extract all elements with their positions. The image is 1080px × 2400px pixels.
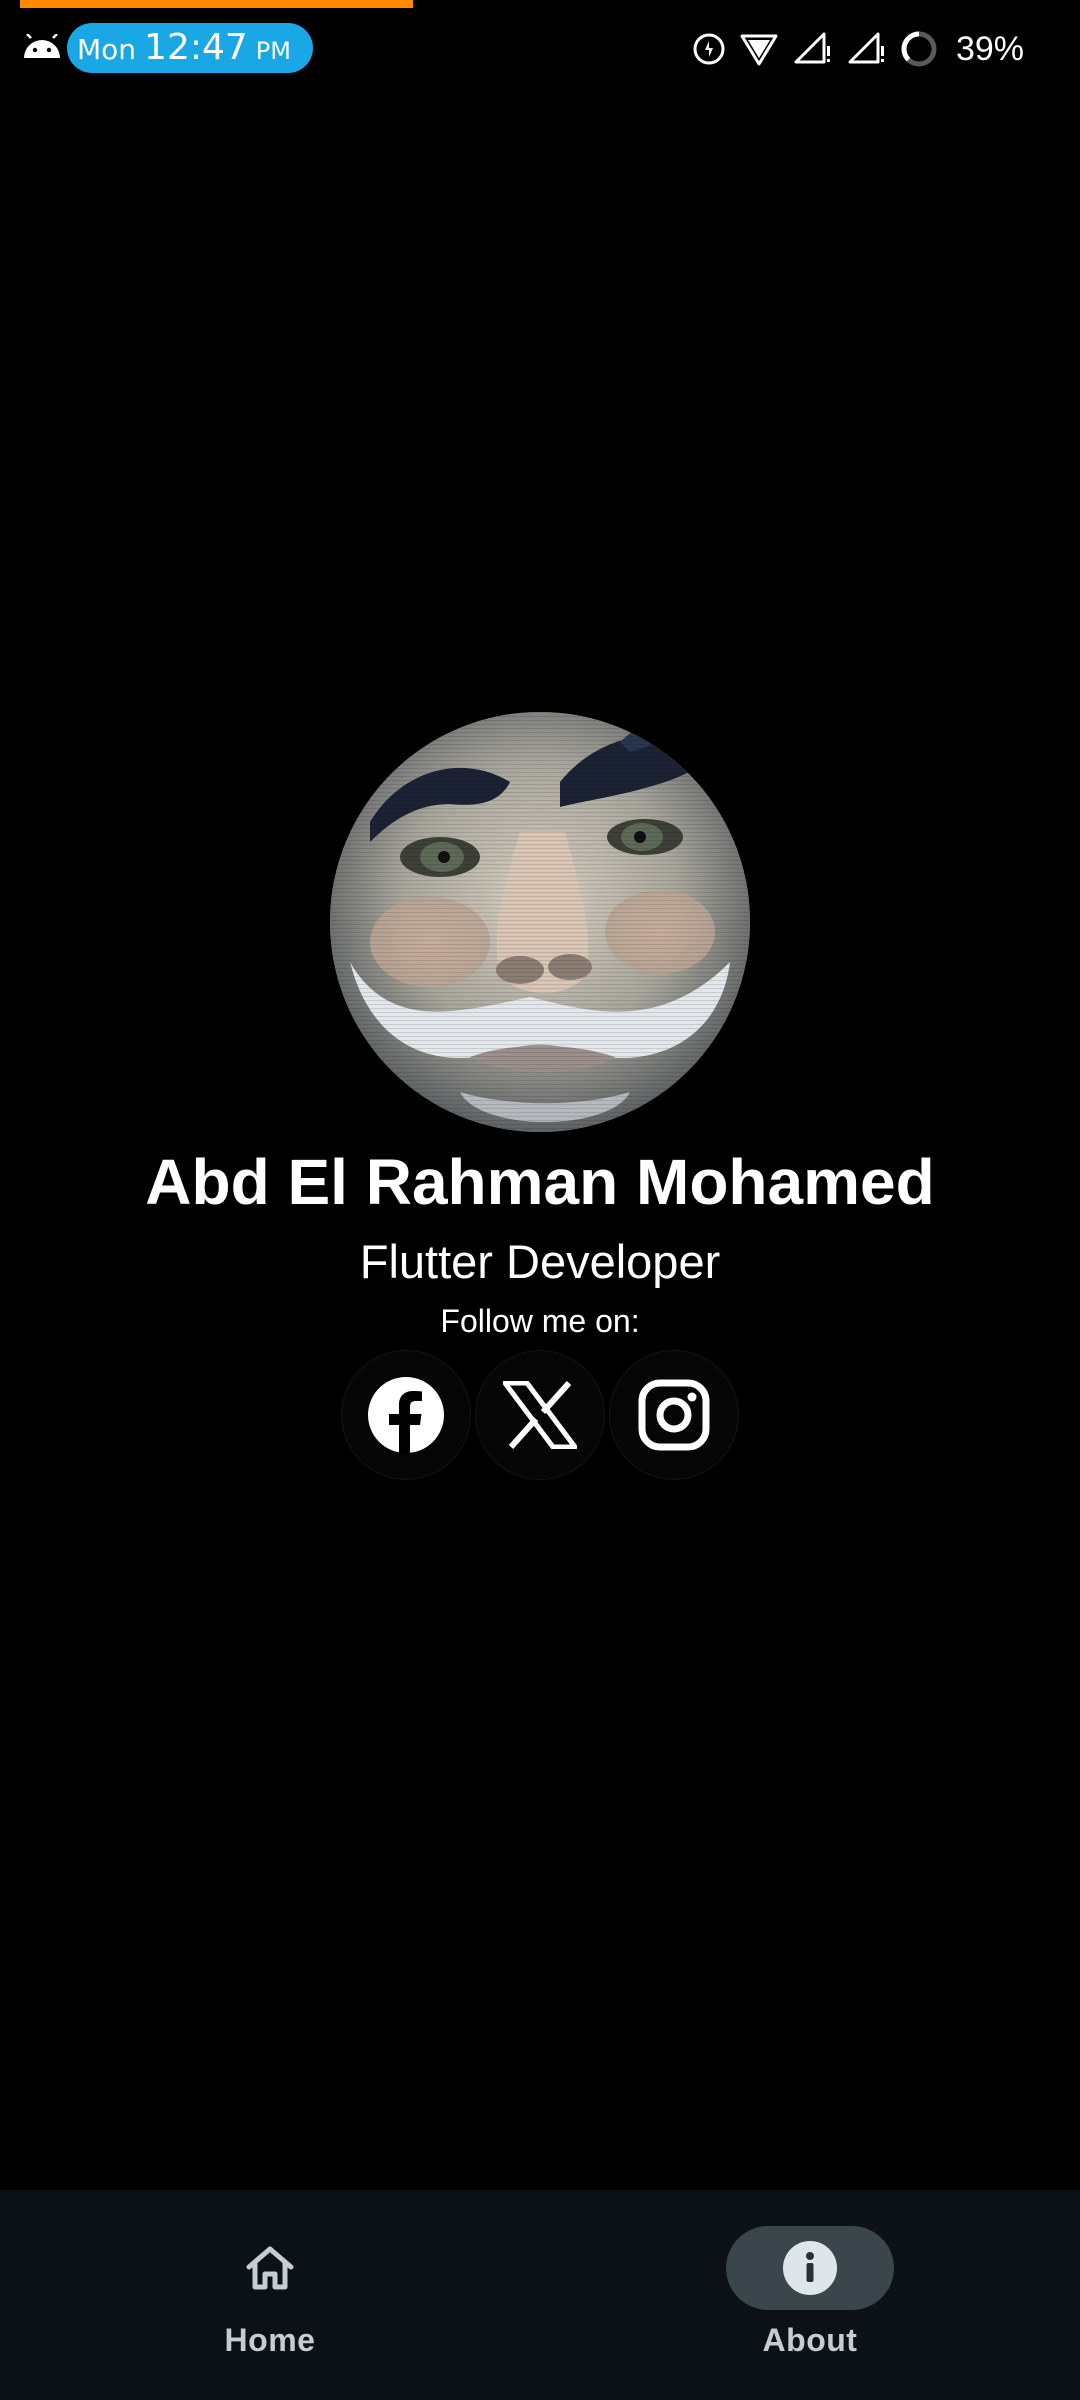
data-saver-icon [693,33,725,65]
profile-role: Flutter Developer [359,1235,721,1288]
bottom-navigation: Home About [0,2190,1080,2400]
clock-pill: Mon 12:47 PM [67,23,313,73]
clock-time: 12:47 [144,27,248,68]
avatar-photo [330,712,750,1132]
android-icon [24,34,60,58]
wifi-icon [740,34,778,66]
social-links [341,1350,739,1480]
clock-ampm: PM [255,37,291,65]
instagram-icon [638,1379,710,1451]
status-bar: Mon 12:47 PM 39% [0,0,1080,96]
battery-ring-icon [901,31,937,67]
nav-item-home[interactable]: Home [150,2226,390,2359]
nav-about-label: About [762,2322,858,2358]
nav-home-pill [186,2226,354,2310]
facebook-button[interactable] [341,1350,471,1480]
home-icon [246,2246,294,2290]
profile-name: Abd El Rahman Mohamed [145,1146,935,1218]
info-icon [783,2241,837,2295]
facebook-icon [368,1377,444,1455]
x-icon [503,1381,577,1449]
instagram-button[interactable] [609,1350,739,1480]
x-button[interactable] [475,1350,605,1480]
battery-percentage: 39% [955,29,1024,68]
clock-day: Mon [77,33,137,66]
profile-section: Abd El Rahman Mohamed Flutter Developer … [0,712,1080,1480]
signal-1-icon [794,32,830,64]
signal-2-icon [848,32,884,64]
nav-item-about[interactable]: About [690,2226,930,2359]
status-icons: 39% [692,26,1024,72]
follow-label: Follow me on: [440,1303,640,1339]
nav-home-label: Home [224,2322,316,2358]
nav-about-pill [726,2226,894,2310]
